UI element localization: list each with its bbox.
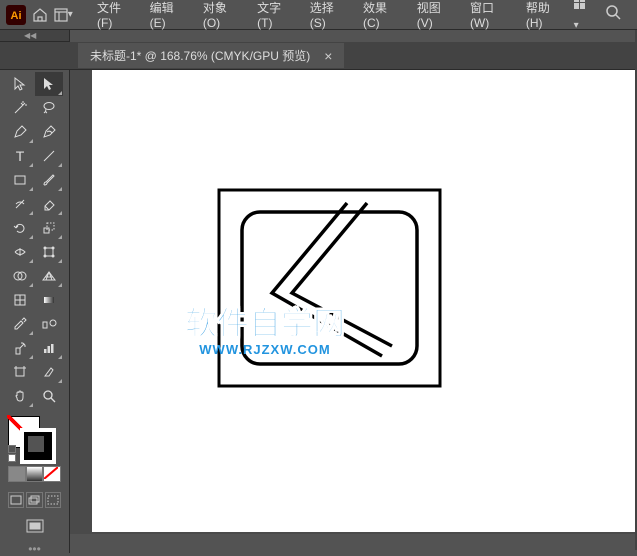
artwork xyxy=(217,188,442,388)
selection-tool[interactable] xyxy=(6,72,34,96)
menu-bar: 文件(F) 编辑(E) 对象(O) 文字(T) 选择(S) 效果(C) 视图(V… xyxy=(87,0,570,34)
magic-wand-tool[interactable] xyxy=(6,96,34,120)
tools-panel: ◀◀ T xyxy=(0,30,70,553)
color-mode-solid[interactable] xyxy=(8,466,26,482)
eyedropper-tool[interactable] xyxy=(6,312,34,336)
gradient-tool[interactable] xyxy=(35,288,63,312)
artboard-tool[interactable] xyxy=(6,360,34,384)
screen-mode-row xyxy=(0,512,69,540)
perspective-grid-tool[interactable] xyxy=(35,264,63,288)
type-tool[interactable]: T xyxy=(6,144,34,168)
mesh-tool[interactable] xyxy=(6,288,34,312)
workspace-switcher-icon[interactable]: ▾ xyxy=(574,0,595,33)
menu-type[interactable]: 文字(T) xyxy=(247,0,300,34)
menu-select[interactable]: 选择(S) xyxy=(300,0,353,34)
fill-stroke-swatches[interactable] xyxy=(8,416,58,462)
color-mode-gradient[interactable] xyxy=(26,466,44,482)
svg-text:T: T xyxy=(16,148,25,164)
free-transform-tool[interactable] xyxy=(35,240,63,264)
home-icon[interactable] xyxy=(30,4,50,26)
draw-inside[interactable] xyxy=(45,492,61,508)
tab-title: 未标题-1* @ 168.76% (CMYK/GPU 预览) xyxy=(90,47,310,64)
swap-fill-stroke-icon[interactable] xyxy=(8,445,16,453)
rectangle-tool[interactable] xyxy=(6,168,34,192)
chevron-down-icon: ▾ xyxy=(68,9,73,20)
menu-window[interactable]: 窗口(W) xyxy=(460,0,516,34)
hand-tool[interactable] xyxy=(6,384,34,408)
stroke-color-swatch[interactable] xyxy=(22,430,54,462)
shape-builder-tool[interactable] xyxy=(6,264,34,288)
draw-mode-row xyxy=(0,488,69,512)
menu-effect[interactable]: 效果(C) xyxy=(353,0,407,34)
menu-object[interactable]: 对象(O) xyxy=(193,0,247,34)
menu-file[interactable]: 文件(F) xyxy=(87,0,140,34)
pen-tool[interactable] xyxy=(6,120,34,144)
edit-toolbar-button[interactable]: ••• xyxy=(0,540,69,556)
canvas-area[interactable]: 软件自学网 WWW.RJZXW.COM xyxy=(70,70,637,534)
app-icon: Ai xyxy=(6,4,26,26)
color-mode-none[interactable] xyxy=(43,466,61,482)
draw-normal[interactable] xyxy=(8,492,24,508)
watermark-text: 软件自学网 xyxy=(185,298,345,344)
title-bar-right: ▾ xyxy=(574,0,631,33)
scale-tool[interactable] xyxy=(35,216,63,240)
shaper-tool[interactable] xyxy=(6,192,34,216)
menu-edit[interactable]: 编辑(E) xyxy=(140,0,193,34)
chevron-down-icon: ▾ xyxy=(574,20,579,31)
watermark-url: WWW.RJZXW.COM xyxy=(185,342,345,357)
blend-tool[interactable] xyxy=(35,312,63,336)
collapse-chevrons-icon: ◀◀ xyxy=(24,31,36,40)
tool-grid: T xyxy=(0,70,69,410)
screen-mode-button[interactable] xyxy=(23,516,47,536)
search-icon[interactable] xyxy=(605,4,621,25)
svg-text:Ai: Ai xyxy=(11,10,22,22)
watermark: 软件自学网 WWW.RJZXW.COM xyxy=(185,298,345,357)
tools-collapse-bar[interactable]: ◀◀ xyxy=(0,30,69,42)
rotate-tool[interactable] xyxy=(6,216,34,240)
column-graph-tool[interactable] xyxy=(35,336,63,360)
symbol-sprayer-tool[interactable] xyxy=(6,336,34,360)
zoom-tool[interactable] xyxy=(35,384,63,408)
eraser-tool[interactable] xyxy=(35,192,63,216)
document-tab[interactable]: 未标题-1* @ 168.76% (CMYK/GPU 预览) × xyxy=(78,43,344,68)
color-section xyxy=(0,410,69,488)
paintbrush-tool[interactable] xyxy=(35,168,63,192)
menu-view[interactable]: 视图(V) xyxy=(407,0,460,34)
menu-help[interactable]: 帮助(H) xyxy=(516,0,570,34)
color-mode-row xyxy=(8,466,61,482)
direct-selection-tool[interactable] xyxy=(35,72,63,96)
default-fill-stroke-icon[interactable] xyxy=(8,454,16,462)
lasso-tool[interactable] xyxy=(35,96,63,120)
tab-bar: 未标题-1* @ 168.76% (CMYK/GPU 预览) × xyxy=(0,42,637,70)
title-bar: Ai ▾ 文件(F) 编辑(E) 对象(O) 文字(T) 选择(S) 效果(C)… xyxy=(0,0,637,30)
line-tool[interactable] xyxy=(35,144,63,168)
doc-layout-icon[interactable]: ▾ xyxy=(54,4,74,26)
slice-tool[interactable] xyxy=(35,360,63,384)
artboard: 软件自学网 WWW.RJZXW.COM xyxy=(92,70,635,532)
curvature-tool[interactable] xyxy=(35,120,63,144)
draw-behind[interactable] xyxy=(26,492,42,508)
width-tool[interactable] xyxy=(6,240,34,264)
tab-close-button[interactable]: × xyxy=(324,48,332,64)
